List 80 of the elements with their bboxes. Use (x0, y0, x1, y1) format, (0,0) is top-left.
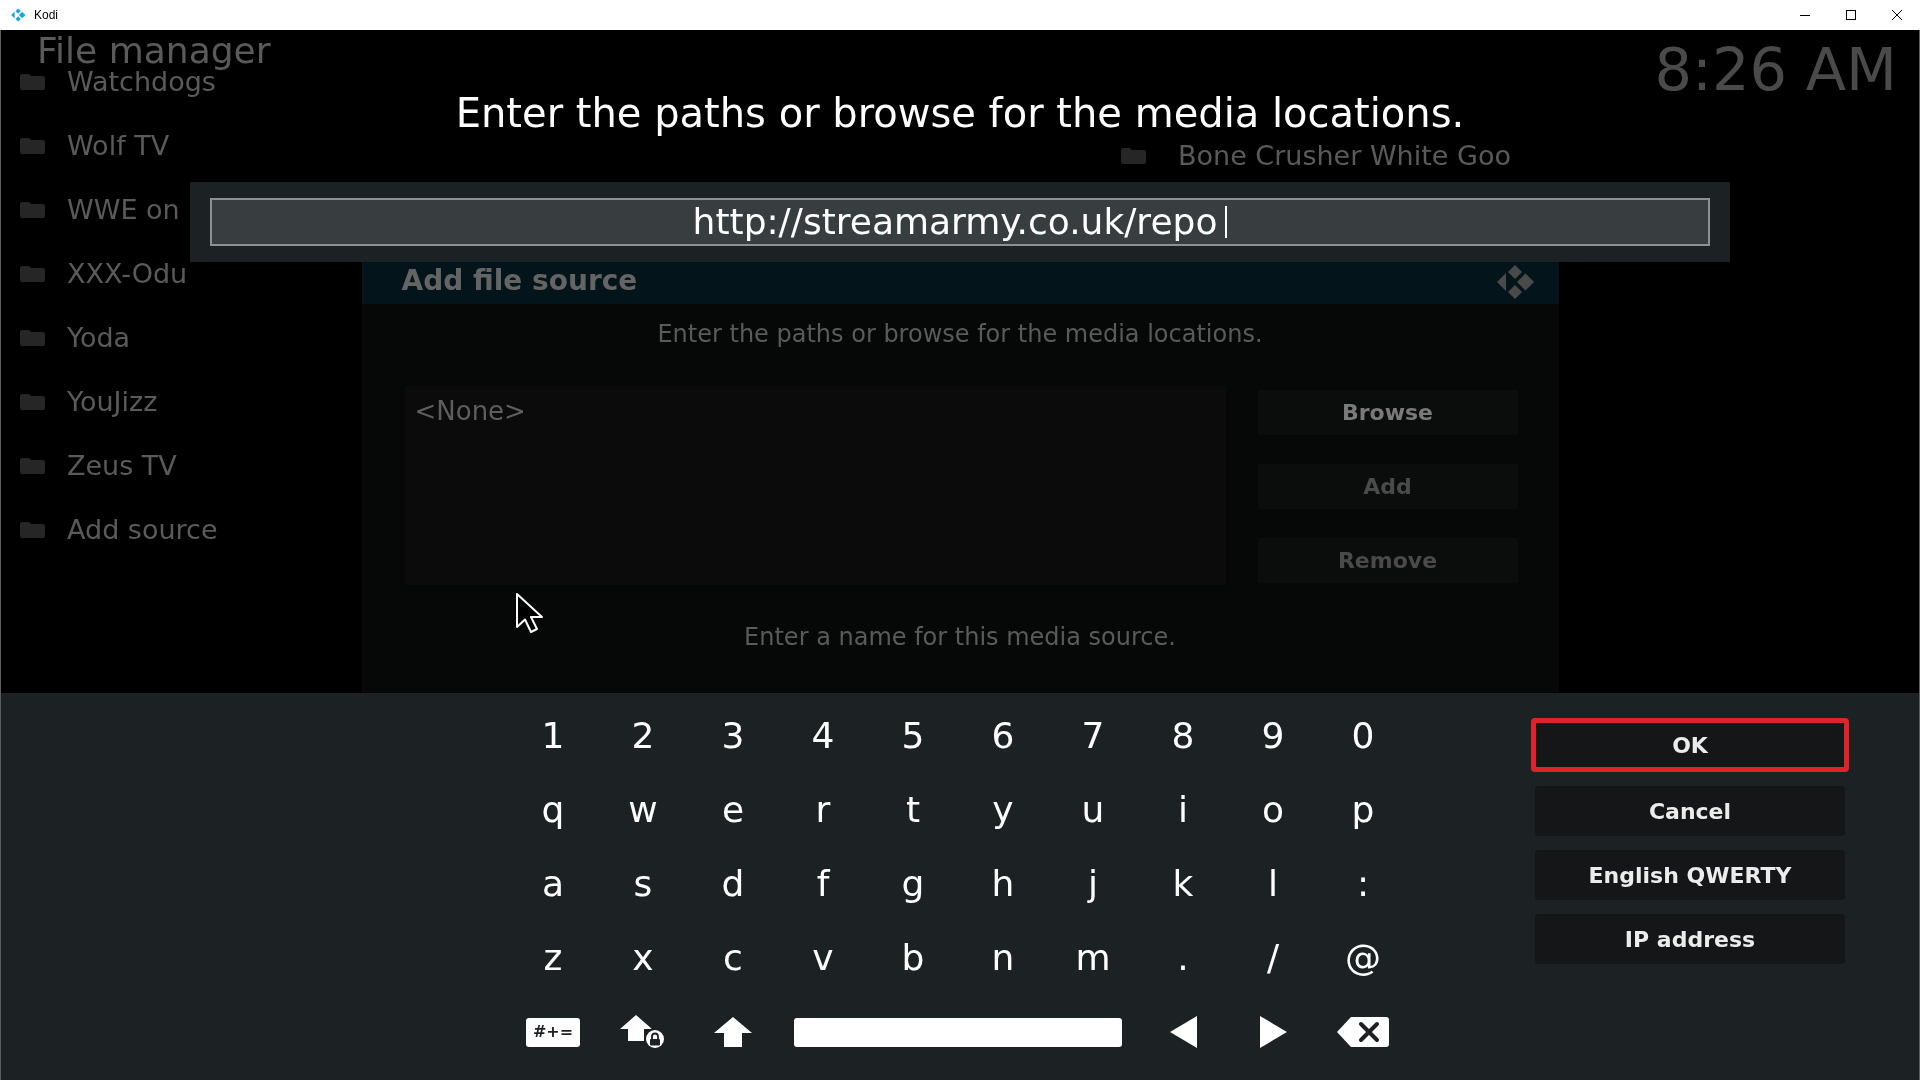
folder-icon (20, 74, 45, 90)
keyboard-key[interactable]: d (717, 862, 749, 906)
keyboard-key[interactable]: 8 (1167, 714, 1199, 758)
dialog-title: Add file source (401, 264, 638, 298)
folder-icon (20, 330, 45, 346)
cursor-right-key[interactable] (1259, 1016, 1287, 1048)
keyboard-key[interactable]: o (1258, 788, 1288, 832)
app-logo-icon (1496, 264, 1535, 300)
keyboard-key[interactable]: / (1262, 936, 1284, 980)
keyboard-key[interactable]: . (1173, 936, 1193, 980)
folder-icon (20, 138, 45, 154)
keyboard-key[interactable]: 6 (987, 714, 1019, 758)
keyboard-key[interactable]: 7 (1077, 714, 1109, 758)
text-input-field[interactable]: http://streamarmy.co.uk/repo (210, 198, 1710, 246)
dialog-prompt: Enter the paths or browse for the media locations. (657, 319, 1263, 350)
shift-arrow-icon (714, 1017, 752, 1047)
keyboard-key[interactable]: 4 (807, 714, 839, 758)
keyboard-key[interactable]: g (897, 862, 929, 906)
clock: 8:26 AM (1654, 36, 1897, 104)
keyboard-key[interactable]: 9 (1257, 714, 1289, 758)
keyboard-key[interactable]: u (1077, 788, 1109, 832)
triangle-right-icon (1259, 1016, 1287, 1048)
keyboard-key[interactable]: v (808, 936, 838, 980)
caps-lock-key[interactable] (620, 1014, 666, 1050)
keyboard-key[interactable]: s (629, 862, 657, 906)
keyboard-key[interactable]: y (988, 788, 1018, 832)
triangle-left-icon (1169, 1016, 1197, 1048)
folder-icon (20, 202, 45, 218)
symbols-key[interactable]: #+= (526, 1017, 580, 1047)
keyboard-key[interactable]: e (717, 788, 749, 832)
shift-key[interactable] (714, 1017, 752, 1047)
keyboard-key[interactable]: 3 (717, 714, 749, 758)
keyboard-key[interactable]: 0 (1347, 714, 1379, 758)
keyboard-key[interactable]: i (1174, 788, 1192, 832)
keyboard-key[interactable]: 1 (537, 714, 569, 758)
keyboard-key[interactable]: q (537, 788, 569, 832)
keyboard-key[interactable]: 2 (627, 714, 659, 758)
keyboard-key[interactable]: t (901, 788, 925, 832)
keyboard-action-button[interactable]: OK (1531, 718, 1849, 772)
keyboard-key[interactable]: m (1071, 936, 1115, 980)
keyboard-key[interactable]: 5 (897, 714, 929, 758)
keyboard-key[interactable]: x (628, 936, 658, 980)
dialog-prompt: Enter a name for this media source. (744, 622, 1176, 653)
cursor-left-key[interactable] (1169, 1016, 1197, 1048)
space-bar[interactable] (794, 1017, 1122, 1047)
keyboard-action-button[interactable]: Cancel (1535, 786, 1845, 836)
folder-icon (20, 458, 45, 474)
backspace-key[interactable] (1337, 1017, 1389, 1047)
keyboard-action-button[interactable]: IP address (1535, 914, 1845, 964)
keyboard-key[interactable]: c (719, 936, 747, 980)
keyboard-key[interactable]: p (1347, 788, 1379, 832)
dialog-button[interactable]: Browse (1257, 390, 1518, 435)
folder-icon (20, 266, 45, 282)
keyboard-key[interactable]: l (1264, 862, 1282, 906)
keyboard-key[interactable]: h (987, 862, 1019, 906)
folder-icon (20, 522, 45, 538)
keyboard-key[interactable]: z (539, 936, 567, 980)
keyboard-key[interactable]: f (812, 862, 834, 906)
close-icon (1892, 10, 1902, 20)
keyboard-heading: Enter the paths or browse for the media locations. (455, 90, 1465, 136)
input-value: http://streamarmy.co.uk/repo (692, 201, 1218, 243)
keyboard-action-button[interactable]: English QWERTY (1535, 850, 1845, 900)
keyboard-key[interactable]: n (987, 936, 1019, 980)
folder-icon (1121, 148, 1146, 164)
keyboard-key[interactable]: w (624, 788, 662, 832)
keyboard-key[interactable]: @ (1341, 936, 1385, 980)
minimize-icon (1800, 14, 1810, 16)
backspace-icon (1337, 1017, 1389, 1047)
window-title: Kodi (34, 7, 59, 24)
keyboard-key[interactable]: a (537, 862, 569, 906)
keyboard-key[interactable]: : (1352, 862, 1374, 906)
maximize-icon (1846, 10, 1856, 20)
text-caret-icon (1225, 206, 1228, 238)
keyboard-key[interactable]: b (897, 936, 929, 980)
keyboard-key[interactable]: r (811, 788, 835, 832)
app-logo-icon (11, 8, 26, 22)
keyboard-key[interactable]: j (1084, 862, 1102, 906)
keyboard-key[interactable]: k (1168, 862, 1198, 906)
folder-icon (20, 394, 45, 410)
caps-lock-icon (620, 1014, 666, 1050)
